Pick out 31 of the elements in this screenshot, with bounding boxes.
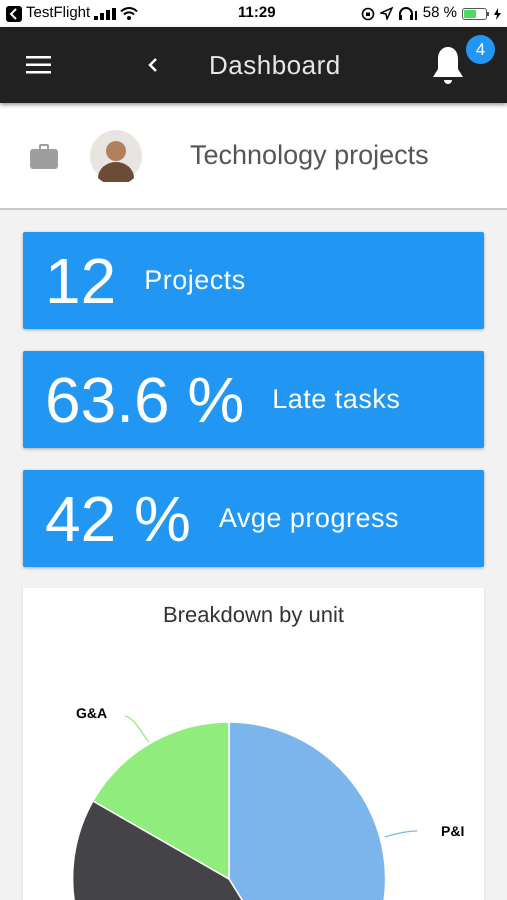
- rotation-lock-icon: [360, 6, 375, 20]
- kpi-card[interactable]: 63.6 % Late tasks: [23, 351, 484, 448]
- kpi-label: Projects: [144, 264, 246, 298]
- battery-icon: [462, 8, 489, 20]
- back-app-label[interactable]: TestFlight: [26, 2, 90, 25]
- back-icon[interactable]: [6, 6, 22, 22]
- kpi-card[interactable]: 42 % Avge progress: [23, 470, 484, 567]
- headphones-icon: [398, 6, 418, 20]
- clock: 11:29: [238, 3, 276, 24]
- briefcase-icon: [30, 142, 58, 168]
- chart-title: Breakdown by unit: [163, 602, 344, 627]
- wifi-icon: [120, 7, 138, 20]
- battery-percentage: 58 %: [422, 3, 457, 24]
- charging-icon: [494, 8, 501, 20]
- avatar: [90, 130, 142, 182]
- kpi-value: 63.6 %: [45, 368, 244, 432]
- menu-icon[interactable]: [26, 56, 51, 74]
- notification-badge: 4: [466, 35, 495, 64]
- page-title: Dashboard: [209, 48, 341, 82]
- back-icon[interactable]: [148, 57, 158, 73]
- group-title: Technology projects: [190, 139, 429, 172]
- kpi-label: Avge progress: [218, 502, 399, 536]
- kpi-card[interactable]: 12 Projects: [23, 232, 484, 329]
- signal-icon: [94, 8, 116, 20]
- bell-icon[interactable]: [430, 45, 466, 87]
- location-icon: [380, 7, 393, 20]
- slice-label: P&I: [441, 822, 464, 841]
- kpi-value: 12: [45, 248, 116, 312]
- slice-label: G&A: [76, 704, 108, 723]
- kpi-value: 42 %: [45, 486, 191, 550]
- kpi-label: Late tasks: [272, 383, 400, 416]
